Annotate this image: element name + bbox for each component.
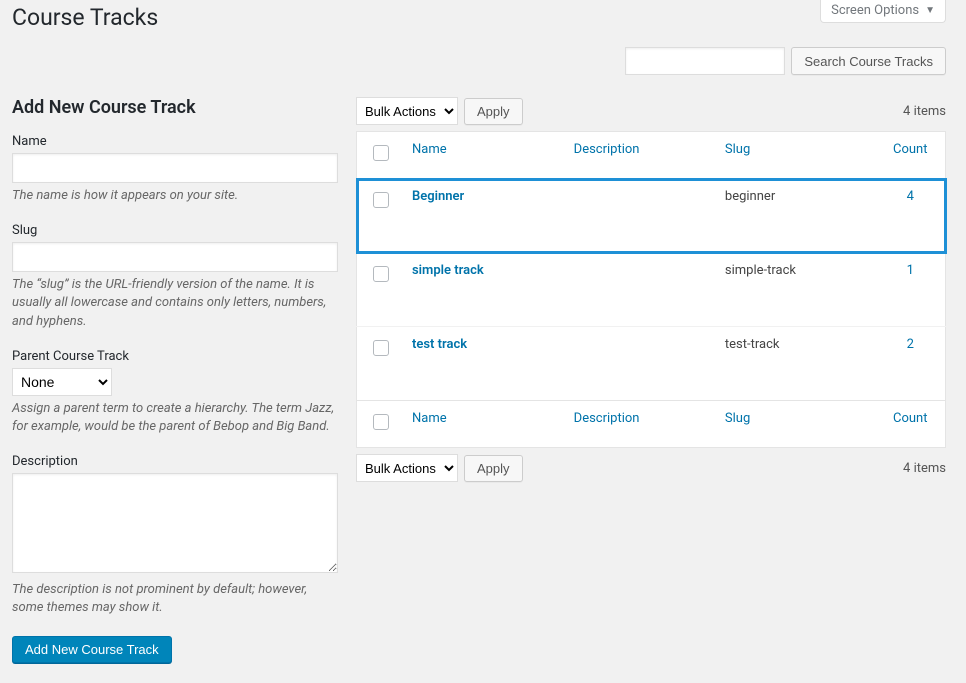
- slug-label: Slug: [12, 223, 338, 238]
- row-count-link[interactable]: 1: [907, 263, 914, 278]
- parent-help: Assign a parent term to create a hierarc…: [12, 400, 338, 436]
- search-input[interactable]: [625, 47, 785, 75]
- name-input[interactable]: [12, 153, 338, 183]
- row-checkbox[interactable]: [373, 340, 389, 356]
- row-description: [564, 253, 715, 327]
- bulk-actions-select-top[interactable]: Bulk Actions: [356, 97, 458, 125]
- row-slug: simple-track: [715, 253, 876, 327]
- row-slug: test-track: [715, 327, 876, 401]
- col-header-slug[interactable]: Slug: [715, 132, 876, 179]
- table-row: Beginner beginner 4: [357, 179, 946, 253]
- bulk-apply-bottom[interactable]: Apply: [464, 455, 523, 482]
- select-all-top[interactable]: [373, 145, 389, 161]
- row-name-link[interactable]: test track: [412, 337, 467, 352]
- name-label: Name: [12, 134, 338, 149]
- screen-options-toggle[interactable]: Screen Options ▼: [820, 0, 946, 23]
- row-name-link[interactable]: Beginner: [412, 189, 464, 204]
- chevron-down-icon: ▼: [925, 5, 935, 16]
- col-footer-name[interactable]: Name: [402, 401, 564, 448]
- col-footer-count[interactable]: Count: [876, 401, 946, 448]
- table-row: simple track simple-track 1: [357, 253, 946, 327]
- row-checkbox[interactable]: [373, 266, 389, 282]
- col-header-count[interactable]: Count: [876, 132, 946, 179]
- description-label: Description: [12, 454, 338, 469]
- row-checkbox[interactable]: [373, 192, 389, 208]
- slug-help: The “slug” is the URL-friendly version o…: [12, 276, 338, 331]
- description-help: The description is not prominent by defa…: [12, 581, 338, 617]
- col-header-description[interactable]: Description: [564, 132, 715, 179]
- bulk-apply-top[interactable]: Apply: [464, 98, 523, 125]
- row-slug: beginner: [715, 179, 876, 253]
- slug-input[interactable]: [12, 242, 338, 272]
- search-button[interactable]: Search Course Tracks: [791, 47, 946, 75]
- name-help: The name is how it appears on your site.: [12, 187, 338, 205]
- row-description: [564, 179, 715, 253]
- screen-options-label: Screen Options: [831, 3, 919, 18]
- row-description: [564, 327, 715, 401]
- col-footer-description[interactable]: Description: [564, 401, 715, 448]
- page-title: Course Tracks: [12, 4, 158, 31]
- row-name-link[interactable]: simple track: [412, 263, 484, 278]
- description-textarea[interactable]: [12, 473, 338, 573]
- table-row: test track test-track 2: [357, 327, 946, 401]
- add-new-button[interactable]: Add New Course Track: [12, 636, 172, 663]
- parent-select[interactable]: None: [12, 368, 112, 396]
- row-count-link[interactable]: 2: [907, 337, 914, 352]
- add-form-heading: Add New Course Track: [12, 97, 338, 118]
- col-footer-slug[interactable]: Slug: [715, 401, 876, 448]
- parent-label: Parent Course Track: [12, 349, 338, 364]
- items-count-top: 4 items: [903, 104, 946, 119]
- row-count-link[interactable]: 4: [907, 189, 914, 204]
- col-header-name[interactable]: Name: [402, 132, 564, 179]
- items-count-bottom: 4 items: [903, 461, 946, 476]
- bulk-actions-select-bottom[interactable]: Bulk Actions: [356, 454, 458, 482]
- course-tracks-table: Name Description Slug Count Beginner begi…: [356, 131, 946, 448]
- select-all-bottom[interactable]: [373, 414, 389, 430]
